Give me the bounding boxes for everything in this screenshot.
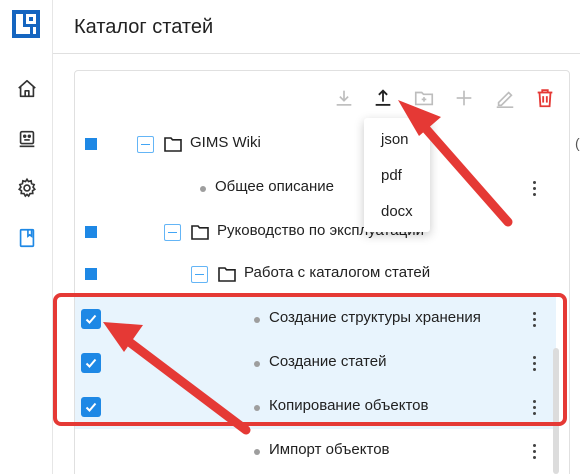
delete-button[interactable] xyxy=(531,84,559,112)
add-button[interactable] xyxy=(450,84,478,112)
check-icon xyxy=(85,358,97,368)
left-rail xyxy=(0,0,53,474)
folder-icon xyxy=(191,225,209,240)
gear-icon xyxy=(17,177,37,198)
book-icon xyxy=(19,228,35,248)
more-vert-icon[interactable] xyxy=(527,351,541,375)
folder-plus-icon xyxy=(414,91,434,106)
partial-select-indicator[interactable] xyxy=(85,268,97,280)
export-menu: json pdf docx xyxy=(364,118,430,232)
more-vert-icon[interactable] xyxy=(527,395,541,419)
plus-icon xyxy=(456,90,472,106)
tree-row-label: GIMS Wiki xyxy=(190,134,261,151)
import-button[interactable] xyxy=(330,84,358,112)
tree-row-article-selected[interactable]: Создание структуры хранения xyxy=(75,297,556,341)
sidebar-item-catalog[interactable] xyxy=(14,225,40,251)
row-checkbox[interactable] xyxy=(81,397,101,417)
row-checkbox[interactable] xyxy=(81,353,101,373)
pencil-icon xyxy=(496,91,514,108)
partial-select-indicator[interactable] xyxy=(85,138,97,150)
app-logo xyxy=(12,10,40,38)
tree-row-article[interactable]: Общее описание xyxy=(75,166,556,210)
row-checkbox[interactable] xyxy=(81,309,101,329)
sidebar-item-robot[interactable] xyxy=(14,126,40,152)
tree-row-article-selected[interactable]: Копирование объектов xyxy=(75,385,556,429)
tree-row-article[interactable]: Импорт объектов xyxy=(75,429,556,473)
edit-button[interactable] xyxy=(491,84,519,112)
collapse-toggle[interactable] xyxy=(191,266,208,283)
robot-icon xyxy=(19,130,35,148)
more-vert-icon[interactable] xyxy=(527,176,541,200)
bullet-icon xyxy=(254,449,260,455)
trash-icon xyxy=(537,89,553,108)
edge-glyph: ( xyxy=(575,135,580,151)
add-folder-button[interactable] xyxy=(410,84,438,112)
home-icon xyxy=(18,79,36,98)
export-button[interactable] xyxy=(369,84,397,112)
export-option-pdf[interactable]: pdf xyxy=(364,158,430,194)
scrollbar[interactable] xyxy=(553,348,559,474)
tree-row-folder[interactable]: Работа с каталогом статей xyxy=(75,252,556,296)
bullet-icon xyxy=(254,405,260,411)
page-header: Каталог статей xyxy=(53,0,580,54)
export-option-json[interactable]: json xyxy=(364,122,430,158)
catalog-toolbar xyxy=(74,80,570,116)
bullet-icon xyxy=(254,361,260,367)
tree-row-label: Общее описание xyxy=(215,178,334,195)
tree-row-label: Создание статей xyxy=(269,353,387,370)
collapse-toggle[interactable] xyxy=(164,224,181,241)
tree-row-label: Работа с каталогом статей xyxy=(244,264,431,281)
tree-row-label: Создание структуры хранения xyxy=(269,309,481,326)
bullet-icon xyxy=(200,186,206,192)
tree-row-article-selected[interactable]: Создание статей xyxy=(75,341,556,385)
tree-row-folder[interactable]: GIMS Wiki xyxy=(75,122,556,166)
download-icon xyxy=(336,90,352,106)
bullet-icon xyxy=(254,317,260,323)
tree-row-label: Копирование объектов xyxy=(269,397,429,414)
partial-select-indicator[interactable] xyxy=(85,226,97,238)
sidebar-item-home[interactable] xyxy=(14,76,40,102)
tree-row-label: Импорт объектов xyxy=(269,441,390,458)
folder-icon xyxy=(164,137,182,152)
more-vert-icon[interactable] xyxy=(527,307,541,331)
collapse-toggle[interactable] xyxy=(137,136,154,153)
folder-icon xyxy=(218,267,236,282)
page-title: Каталог статей xyxy=(74,16,214,38)
upload-icon xyxy=(375,89,391,106)
check-icon xyxy=(85,402,97,412)
tree-row-folder[interactable]: Руководство по эксплуатации xyxy=(75,210,556,254)
sidebar-item-settings[interactable] xyxy=(14,175,40,201)
check-icon xyxy=(85,314,97,324)
more-vert-icon[interactable] xyxy=(527,439,541,463)
export-option-docx[interactable]: docx xyxy=(364,194,430,230)
